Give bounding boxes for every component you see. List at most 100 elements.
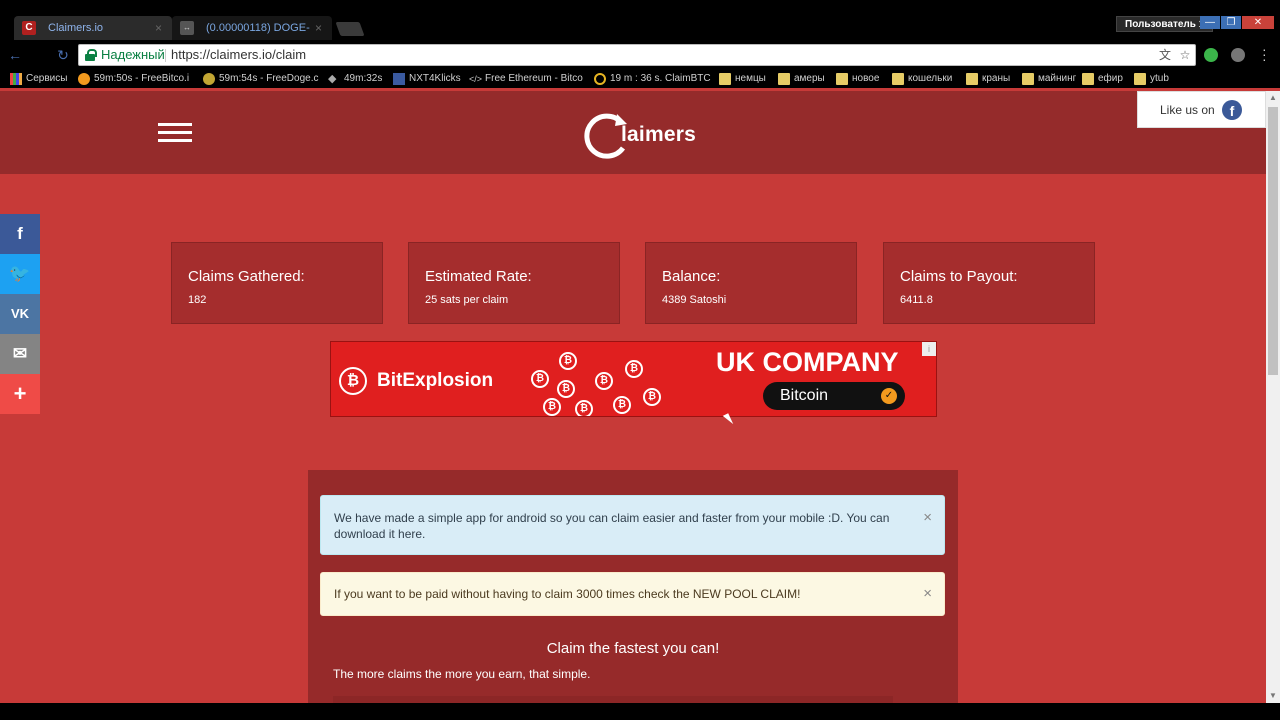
bitcoin-coin-icon: ₿ [595, 372, 613, 390]
bookmark-label: 19 m : 36 s. ClaimBTC [610, 73, 711, 84]
stat-estimated-rate: Estimated Rate: 25 sats per claim [408, 242, 620, 324]
claimers-logo[interactable]: laimers [583, 110, 696, 162]
scroll-thumb[interactable] [1268, 107, 1278, 375]
folder-icon [1022, 73, 1034, 85]
bitcoin-coin-icon: ₿ [575, 400, 593, 416]
tab-doge-btc[interactable]: ↔ (0.00000118) DOGE-BTC × [172, 16, 332, 58]
bitcoin-coin-icon: ₿ [557, 380, 575, 398]
site-header: laimers [0, 91, 1266, 174]
url-divider [165, 49, 166, 62]
ad-headline: UK COMPANY [716, 347, 899, 377]
bookmark-folder[interactable]: кошельки [892, 70, 952, 88]
bookmark-folder[interactable]: ефир [1082, 70, 1123, 88]
bookmark-label: ефир [1098, 73, 1123, 84]
cut-off-text-line [333, 696, 893, 703]
browser-titlebar: C Claimers.io × ↔ (0.00000118) DOGE-BTC … [0, 0, 1280, 58]
page-icon [393, 73, 405, 85]
extension-globe-icon[interactable] [1231, 48, 1245, 62]
stat-value: 4389 Satoshi [662, 294, 727, 306]
scroll-down-icon[interactable]: ▼ [1266, 689, 1280, 703]
bookmark-label: 59m:54s - FreeDoge.c [219, 73, 319, 84]
translate-icon[interactable]: 文 [1157, 47, 1173, 63]
bottom-border [0, 703, 1280, 720]
stat-label: Balance: [662, 268, 721, 285]
facebook-share-icon[interactable]: f [0, 214, 40, 254]
pool-claim-alert: If you want to be paid without having to… [320, 572, 945, 616]
stat-value: 25 sats per claim [425, 294, 509, 306]
bookmark-label: новое [852, 73, 880, 84]
ad-bitcoin-button[interactable]: Bitcoin ✓ [763, 382, 905, 410]
bookmark-folder[interactable]: майнинг [1022, 70, 1076, 88]
bitexplosion-ad-banner[interactable]: ₿ BitExplosion ₿ ₿ ₿ ₿ ₿ ₿ ₿ ₿ ₿ UK COMP… [330, 341, 937, 417]
ethereum-icon: ◆ [328, 73, 337, 85]
reload-icon[interactable]: ↻ [54, 46, 72, 64]
bookmark-label: майнинг [1038, 73, 1077, 84]
bitcoin-logo-icon: ₿ [339, 367, 367, 395]
ad-pill-label: Bitcoin [780, 387, 829, 404]
maximize-icon[interactable]: ❐ [1221, 16, 1241, 29]
close-icon[interactable]: × [923, 573, 932, 615]
bitcoin-coin-icon: ₿ [543, 398, 561, 416]
profile-button[interactable]: Пользователь 1 [1116, 16, 1214, 32]
minimize-icon[interactable]: — [1200, 16, 1220, 29]
bookmark-timer[interactable]: ◆ 49m:32s [328, 70, 382, 88]
twitter-share-icon[interactable]: 🐦 [0, 254, 40, 294]
claim-title: Claim the fastest you can! [546, 640, 720, 657]
bookmark-folder[interactable]: амеры [778, 70, 825, 88]
bookmark-freedoge[interactable]: 59m:54s - FreeDoge.c [203, 70, 319, 88]
page-viewport: laimers Like us on f f 🐦 VK ✉ + Claims G… [0, 91, 1266, 703]
bitcoin-coin-icon: ₿ [531, 370, 549, 388]
folder-icon [1082, 73, 1094, 85]
secure-label: Надежный [101, 47, 165, 62]
bookmark-folder[interactable]: ytub [1134, 70, 1169, 88]
tab-close-icon[interactable]: × [155, 16, 162, 40]
browser-menu-icon[interactable]: · · · [1262, 42, 1267, 66]
vk-share-icon[interactable]: VK [0, 294, 40, 334]
bookmark-label: ytub [1150, 73, 1169, 84]
bookmark-claimbtc[interactable]: 19 m : 36 s. ClaimBTC [594, 70, 711, 88]
ad-brand: BitExplosion [377, 370, 494, 391]
bookmark-folder[interactable]: новое [836, 70, 879, 88]
bookmark-star-icon[interactable]: ☆ [1177, 47, 1193, 63]
facebook-icon[interactable]: f [1222, 100, 1242, 120]
url-text[interactable]: https://claimers.io/claim [171, 45, 306, 65]
scroll-up-icon[interactable]: ▲ [1266, 91, 1280, 105]
new-tab-button[interactable] [335, 22, 365, 36]
close-icon[interactable]: × [923, 510, 932, 526]
checkmark-icon: ✓ [881, 388, 897, 404]
code-icon: </> [469, 74, 483, 84]
bookmark-label: Сервисы [26, 73, 68, 84]
folder-icon [836, 73, 848, 85]
extension-check-icon[interactable] [1204, 48, 1218, 62]
folder-icon [719, 73, 731, 85]
bookmark-label: немцы [735, 73, 766, 84]
android-app-alert: We have made a simple app for android so… [320, 495, 945, 555]
tab-claimers[interactable]: C Claimers.io × [14, 16, 172, 40]
bookmark-apps[interactable]: Сервисы [10, 70, 67, 88]
folder-icon [1134, 73, 1146, 85]
folder-icon [966, 73, 978, 85]
dogecoin-icon [203, 73, 215, 85]
bookmark-label: Free Ethereum - Bitco [485, 73, 583, 84]
browser-toolbar: ← ↻ Надежный https://claimers.io/claim 文… [0, 40, 1280, 70]
back-arrow-icon[interactable]: ← [6, 46, 24, 64]
address-bar[interactable]: Надежный https://claimers.io/claim 文 ☆ [78, 44, 1196, 66]
ad-info-icon[interactable]: i [922, 342, 936, 356]
bookmark-folder[interactable]: немцы [719, 70, 766, 88]
stat-value: 6411.8 [900, 294, 933, 306]
claim-panel: We have made a simple app for android so… [308, 470, 958, 703]
lock-icon [85, 49, 97, 61]
bookmark-folder[interactable]: краны [966, 70, 1010, 88]
tab-close-icon[interactable]: × [315, 16, 322, 40]
bookmark-nxt4klicks[interactable]: NXT4Klicks [393, 70, 461, 88]
hamburger-menu-icon[interactable] [158, 123, 192, 143]
bookmark-free-ethereum[interactable]: </> Free Ethereum - Bitco [469, 70, 583, 88]
bookmark-label: амеры [794, 73, 825, 84]
close-window-icon[interactable]: ✕ [1242, 16, 1274, 29]
page-scrollbar[interactable]: ▲ ▼ [1266, 91, 1280, 703]
bitcoin-coin-icon: ₿ [643, 388, 661, 406]
bookmark-freebitco[interactable]: 59m:50s - FreeBitco.i [78, 70, 189, 88]
facebook-like-box[interactable]: Like us on f [1137, 91, 1266, 128]
email-share-icon[interactable]: ✉ [0, 334, 40, 374]
more-share-icon[interactable]: + [0, 374, 40, 414]
